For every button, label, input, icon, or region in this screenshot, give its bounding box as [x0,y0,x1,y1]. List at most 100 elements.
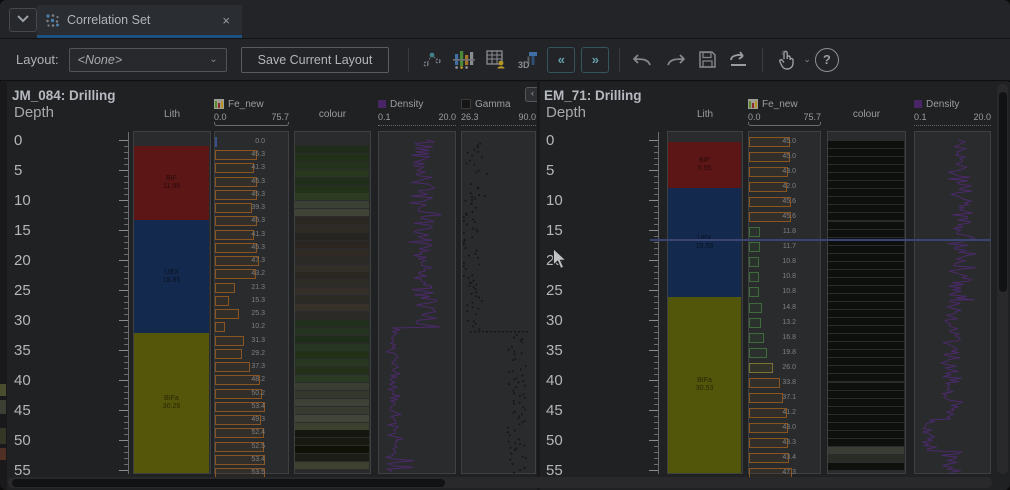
depth-tick [119,170,128,171]
colour-stripe [295,146,369,153]
depth-tick [124,428,128,429]
density-track[interactable] [378,131,456,474]
density-track-icon [914,100,922,108]
redo-button[interactable] [661,46,689,74]
depth-tick [654,188,658,189]
colour-stripe [828,310,904,317]
vertical-scrollbar-thumb[interactable] [999,92,1007,292]
depth-tick [124,344,128,345]
depth-tick [654,308,658,309]
pointer-tool-button[interactable] [772,46,800,74]
correlation-view: JM_084: Drilling ‹ Depth Lith Fe_new 0.0… [0,82,1010,490]
pointer-tool-dropdown-icon[interactable]: ⌄ [803,54,811,65]
expand-tracks-button[interactable]: » [581,47,609,73]
colour-stripe [828,407,904,414]
fe-track-header: Fe_new 0.075.7 [748,98,821,126]
fe-track-header: Fe_new 0.075.7 [214,98,289,126]
colour-stripe [295,241,369,248]
drillhole-correlation-button[interactable] [450,46,478,74]
tab-close-icon[interactable]: × [218,13,234,28]
save-button[interactable] [693,46,721,74]
scatter-plot-button[interactable] [418,46,446,74]
depth-tick [119,140,128,141]
colour-stripe [828,318,904,325]
fe-bar-value: 14.8 [750,303,796,313]
depth-tick [654,164,658,165]
gamma-track-icon [461,99,471,109]
depth-tick [119,320,128,321]
layout-dropdown[interactable]: <None> ⌄ [69,48,227,72]
colour-stripe [828,326,904,333]
colour-stripe [828,423,904,430]
help-button[interactable]: ? [815,48,839,72]
depth-tick [654,206,658,207]
depth-tick [124,398,128,399]
offscreen-lith-sliver [0,400,6,414]
export-button[interactable] [725,46,753,74]
tab-correlation-set[interactable]: Correlation Set × [37,5,242,38]
colour-stripe [295,154,369,161]
offscreen-lith-sliver [0,448,6,460]
depth-tick [654,422,658,423]
depth-tick [654,326,658,327]
fe-bar-value: 43.3 [750,438,796,448]
fe-bar-value: 31.3 [216,336,265,346]
fe-bar-value: 45.6 [750,197,796,207]
fe-bar-value: 39.3 [216,203,265,213]
colour-stripe [295,272,369,279]
depth-tick-label: 20 [14,252,48,269]
density-track[interactable] [914,131,991,474]
gamma-track[interactable] [461,131,536,474]
data-table-button[interactable] [482,46,510,74]
colour-stripe [295,170,369,177]
colour-stripe [828,358,904,365]
depth-tick-label: 25 [14,282,48,299]
offscreen-lith-sliver [0,384,6,396]
drill-3d-button[interactable]: 3D [514,46,542,74]
depth-tick [124,212,128,213]
depth-tick [649,440,658,441]
data-table-icon [486,50,506,69]
colour-stripe [295,162,369,169]
horizontal-scrollbar-thumb[interactable] [12,479,445,487]
fe-bar-value: 45.3 [216,150,265,160]
fe-bar-value: 37.1 [750,393,796,403]
depth-tick [124,368,128,369]
depth-tick [119,290,128,291]
fe-bar-value: 45.3 [216,216,265,226]
depth-tick [649,380,658,381]
fe-bar-value: 43.2 [216,269,265,279]
collapse-tracks-button[interactable]: « [547,47,575,73]
save-icon [698,50,717,69]
fe-bar-value: 10.2 [216,322,265,332]
depth-tick [654,302,658,303]
colour-stripe [295,320,369,327]
colour-stripe [828,181,904,188]
depth-tick [124,284,128,285]
fe-bar-value: 45.0 [750,152,796,162]
colour-stripe [295,186,369,193]
depth-ruler-line [128,132,129,474]
colour-column-header: colour [294,109,371,120]
horizontal-scrollbar[interactable] [8,477,992,488]
save-current-layout-button[interactable]: Save Current Layout [241,47,390,73]
colour-stripe [828,350,904,357]
vertical-scrollbar[interactable] [997,84,1008,474]
colour-stripe [828,431,904,438]
depth-tick [124,464,128,465]
depth-tick [124,176,128,177]
depth-tick [124,146,128,147]
depth-tick [124,194,128,195]
depth-tick [124,416,128,417]
depth-tick-label: 45 [546,402,580,419]
depth-tick [649,260,658,261]
depth-tick [654,236,658,237]
tab-list-dropdown-button[interactable] [9,8,37,32]
colour-stripe [295,178,369,185]
depth-tick [654,218,658,219]
depth-tick [124,218,128,219]
correlation-line[interactable] [650,239,991,241]
depth-tick [124,392,128,393]
fe-bar-value: 10.8 [750,287,796,297]
undo-button[interactable] [629,46,657,74]
